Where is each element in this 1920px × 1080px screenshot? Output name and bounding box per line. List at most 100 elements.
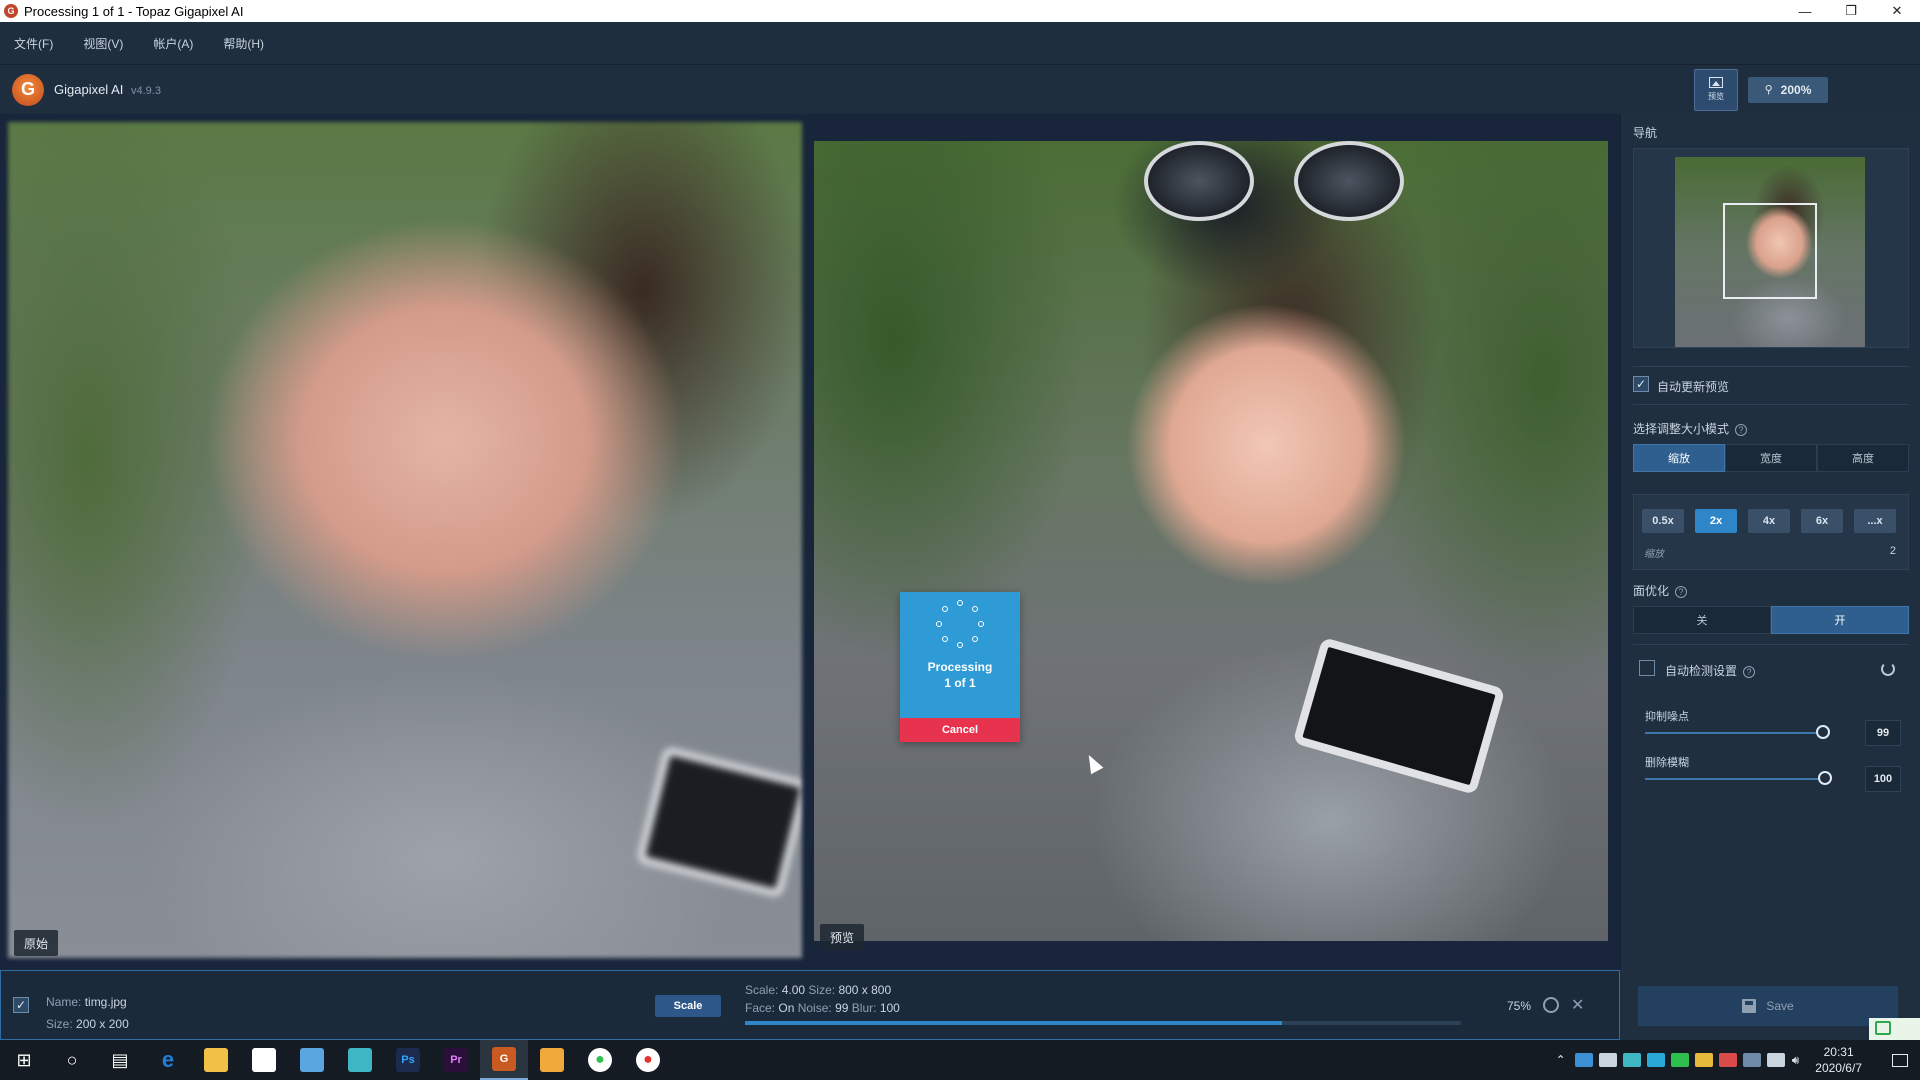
scale-2x-button[interactable]: 2x — [1695, 509, 1737, 533]
resize-mode-height[interactable]: 高度 — [1817, 444, 1909, 472]
file-select-checkbox[interactable]: ✓ — [13, 997, 29, 1013]
taskbar-paint-app[interactable] — [528, 1040, 576, 1080]
scale-options-box: 0.5x 2x 4x 6x ...x 缩放 2 — [1633, 494, 1909, 570]
tray-app-icon[interactable] — [1694, 1053, 1713, 1067]
auto-detect-label-text: 自动检测设置 — [1665, 664, 1738, 678]
tray-app-icon[interactable] — [1646, 1053, 1665, 1067]
notification-center-icon[interactable] — [1880, 1040, 1920, 1080]
blur-value: 100 — [879, 1001, 900, 1015]
file-name-value: timg.jpg — [84, 995, 127, 1009]
taskbar-photoshop[interactable]: Ps — [384, 1040, 432, 1080]
cancel-processing-button[interactable]: Cancel — [900, 718, 1020, 742]
network-icon[interactable] — [1766, 1053, 1785, 1067]
processing-dialog: Processing 1 of 1 Cancel — [900, 592, 1020, 742]
shield-icon[interactable] — [1742, 1053, 1761, 1067]
tray-app-icon[interactable] — [1598, 1053, 1617, 1067]
face-refine-off[interactable]: 关 — [1633, 606, 1771, 634]
close-icon[interactable]: ✕ — [1874, 0, 1920, 22]
scale-field-value[interactable]: 2 — [1890, 545, 1896, 557]
taskbar-premiere-pro[interactable]: Pr — [432, 1040, 480, 1080]
save-button[interactable]: Save — [1638, 986, 1898, 1026]
navigator-thumbnail[interactable] — [1675, 157, 1865, 347]
out-size-label: Size: — [808, 983, 836, 997]
taskbar-microsoft-store[interactable] — [240, 1040, 288, 1080]
paint-app-icon — [540, 1048, 564, 1072]
scale-mode-button[interactable]: Scale — [655, 995, 721, 1017]
menu-help[interactable]: 帮助(H) — [223, 35, 264, 52]
scale-6x-button[interactable]: 6x — [1801, 509, 1843, 533]
menu-account[interactable]: 帐户(A) — [153, 35, 193, 52]
window-titlebar: G Processing 1 of 1 - Topaz Gigapixel AI… — [0, 0, 1920, 22]
scale-4x-button[interactable]: 4x — [1748, 509, 1790, 533]
auto-update-checkbox[interactable]: ✓ — [1633, 376, 1649, 392]
suppress-noise-slider[interactable] — [1645, 732, 1825, 734]
taskbar-app-gallery[interactable] — [288, 1040, 336, 1080]
preview-mode-button[interactable]: 预览 — [1694, 68, 1738, 111]
taskbar-file-explorer[interactable] — [192, 1040, 240, 1080]
original-image-panel[interactable] — [8, 122, 802, 958]
taskbar-gigapixel[interactable]: G — [480, 1040, 528, 1080]
file-size-label: Size: — [46, 1017, 73, 1031]
progress-circle-icon — [1543, 997, 1559, 1013]
scale-custom-button[interactable]: ...x — [1854, 509, 1896, 533]
cloud-app-icon — [348, 1048, 372, 1072]
suppress-noise-knob[interactable] — [1816, 725, 1830, 739]
help-icon[interactable]: ? — [1735, 423, 1748, 436]
menu-view[interactable]: 视图(V) — [83, 35, 123, 52]
app-gallery-icon — [300, 1048, 324, 1072]
preview-image-panel[interactable] — [814, 141, 1608, 941]
remove-blur-knob[interactable] — [1818, 771, 1832, 785]
face-value: On — [778, 1001, 795, 1015]
cortana-search-icon: ○ — [66, 1049, 78, 1070]
suppress-noise-value[interactable]: 99 — [1865, 720, 1901, 746]
tray-app-icon[interactable] — [1718, 1053, 1737, 1067]
save-label: Save — [1766, 999, 1794, 1013]
restore-icon[interactable]: ❐ — [1828, 0, 1874, 22]
progress-percent: 75% — [1507, 999, 1532, 1013]
help-icon[interactable]: ? — [1743, 665, 1756, 678]
edge-browser-icon: e — [161, 1047, 175, 1072]
face-refine-on[interactable]: 开 — [1771, 606, 1909, 634]
taskbar-green-record[interactable]: ● — [576, 1040, 624, 1080]
remove-blur-slider[interactable] — [1645, 778, 1827, 780]
taskbar-edge-browser[interactable]: e — [144, 1040, 192, 1080]
gigapixel-app-icon: G — [4, 4, 18, 18]
taskbar-red-record[interactable]: ● — [624, 1040, 672, 1080]
taskbar-cloud-app[interactable] — [336, 1040, 384, 1080]
navigator-viewport-rect[interactable] — [1723, 203, 1817, 299]
help-icon[interactable]: ? — [1675, 585, 1688, 598]
resize-mode-width[interactable]: 宽度 — [1725, 444, 1817, 472]
tray-app-icon[interactable] — [1670, 1053, 1689, 1067]
tray-app-icon[interactable] — [1622, 1053, 1641, 1067]
input-method-icon[interactable] — [1869, 1018, 1920, 1040]
suppress-noise-label: 抑制噪点 — [1645, 711, 1689, 723]
resize-mode-scale[interactable]: 缩放 — [1633, 444, 1725, 472]
scale-0.5x-button[interactable]: 0.5x — [1642, 509, 1684, 533]
auto-detect-checkbox[interactable] — [1639, 660, 1655, 676]
window-title: Processing 1 of 1 - Topaz Gigapixel AI — [24, 3, 244, 19]
zoom-button[interactable]: ⚲ 200% — [1748, 76, 1828, 103]
remove-file-icon[interactable]: ✕ — [1571, 995, 1584, 1015]
volume-icon[interactable]: 🔊︎ — [1792, 1053, 1800, 1068]
reset-refresh-icon[interactable] — [1881, 662, 1895, 676]
navigator-title: 导航 — [1633, 126, 1658, 140]
task-view-icon: ▤ — [111, 1049, 129, 1070]
clock-date: 2020/6/7 — [1815, 1061, 1862, 1075]
system-tray: ⌃ 🔊︎ 20:31 2020/6/7 — [1556, 1040, 1920, 1080]
menu-bar: 文件(F) 视图(V) 帐户(A) 帮助(H) — [0, 22, 1920, 64]
taskbar-clock[interactable]: 20:31 2020/6/7 — [1815, 1044, 1862, 1076]
taskbar-task-view[interactable]: ▤ — [96, 1040, 144, 1080]
minimize-icon[interactable]: — — [1782, 0, 1828, 22]
save-disk-icon — [1742, 999, 1757, 1013]
menu-file[interactable]: 文件(F) — [14, 35, 53, 52]
magnifier-icon: ⚲ — [1764, 84, 1773, 96]
taskbar-windows-start[interactable]: ⊞ — [0, 1040, 48, 1080]
auto-update-label: 自动更新预览 — [1657, 380, 1730, 394]
remove-blur-value[interactable]: 100 — [1865, 766, 1901, 792]
divider — [1633, 366, 1909, 367]
tray-app-icon[interactable] — [1574, 1053, 1593, 1067]
photo-sunglasses-shape — [1144, 141, 1404, 221]
taskbar-cortana-search[interactable]: ○ — [48, 1040, 96, 1080]
tray-overflow-icon[interactable]: ⌃ — [1556, 1053, 1566, 1067]
divider — [1633, 404, 1909, 405]
